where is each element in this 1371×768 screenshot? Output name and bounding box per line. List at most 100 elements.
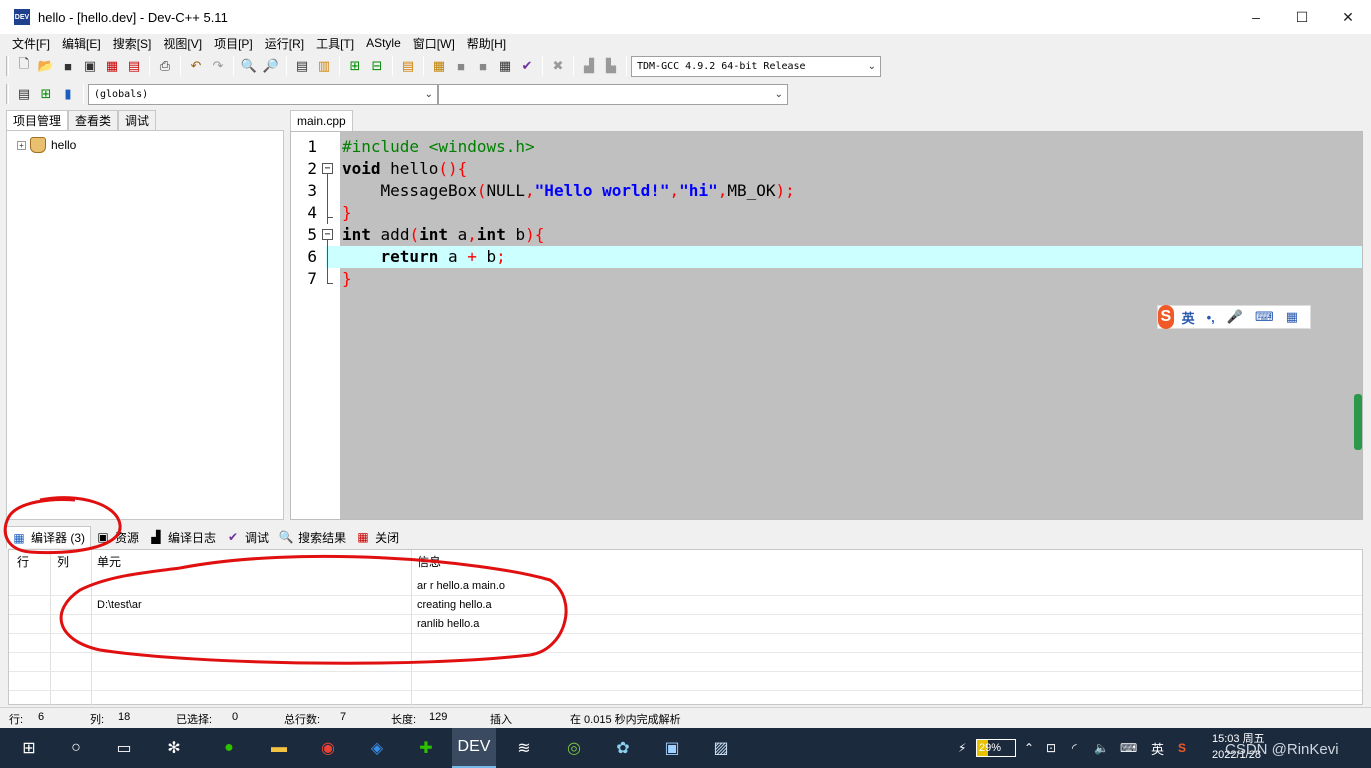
insert-icon[interactable]: ▤ xyxy=(14,84,34,104)
volume-icon[interactable]: 🔈 xyxy=(1094,728,1109,768)
find-icon[interactable]: 🔍 xyxy=(239,56,259,76)
tab-close[interactable]: ▦ 关闭 xyxy=(351,526,404,548)
code-line[interactable]: 3 MessageBox(NULL,"Hello world!","hi",MB… xyxy=(291,180,1362,202)
header-line[interactable]: 行 xyxy=(17,553,29,570)
tab-debug-output[interactable]: ✔ 调试 xyxy=(221,526,274,548)
menu-run[interactable]: 运行[R] xyxy=(259,35,310,52)
header-message[interactable]: 信息 xyxy=(417,553,441,570)
syntax-check-icon[interactable]: ✔ xyxy=(517,56,537,76)
run-icon[interactable]: ■ xyxy=(451,56,471,76)
ime-lang-toggle[interactable]: 英 xyxy=(1182,308,1195,327)
project-options-icon[interactable]: ▤ xyxy=(398,56,418,76)
compile-run-icon[interactable]: ■ xyxy=(473,56,493,76)
table-row[interactable]: ranlib hello.a xyxy=(9,615,1362,634)
menu-view[interactable]: 视图[V] xyxy=(157,35,208,52)
typora-icon[interactable]: ≋ xyxy=(512,736,536,760)
browser-icon[interactable]: ◈ xyxy=(365,736,389,760)
chevron-up-icon[interactable]: ⌃ xyxy=(1024,728,1034,768)
wifi-icon[interactable]: ◜ xyxy=(1072,728,1077,768)
file-explorer-icon[interactable]: ▬ xyxy=(267,736,291,760)
bookmark-icon[interactable]: ▥ xyxy=(314,56,334,76)
stop-icon[interactable]: ✖ xyxy=(548,56,568,76)
pinwheel-app-icon[interactable]: ✻ xyxy=(162,736,186,760)
open-file-icon[interactable]: 📂 xyxy=(36,56,56,76)
fold-toggle-icon[interactable]: − xyxy=(322,229,333,240)
close-file-icon[interactable]: ▦ xyxy=(102,56,122,76)
tab-project[interactable]: 项目管理 xyxy=(6,110,69,130)
print-icon[interactable]: ⎙ xyxy=(155,56,175,76)
delete-profile-icon[interactable]: ▙ xyxy=(601,56,621,76)
save-icon[interactable]: ■ xyxy=(58,56,78,76)
menu-file[interactable]: 文件[F] xyxy=(6,35,56,52)
tab-main-cpp[interactable]: main.cpp xyxy=(290,110,353,131)
menu-window[interactable]: 窗口[W] xyxy=(407,35,461,52)
window-app-icon[interactable]: ▣ xyxy=(660,736,684,760)
ime-keyboard-icon[interactable]: ⌨ xyxy=(1255,309,1274,325)
monitor-app-icon[interactable]: ▨ xyxy=(709,736,733,760)
windows-start-icon[interactable]: ⊞ xyxy=(17,736,41,760)
menu-tools[interactable]: 工具[T] xyxy=(310,35,360,52)
goto-bookmark-icon[interactable]: ▮ xyxy=(58,84,78,104)
ime-toolbar[interactable]: S 英 •, 🎤 ⌨ ▦ xyxy=(1157,305,1311,329)
tab-classes[interactable]: 查看类 xyxy=(68,110,119,130)
code-line[interactable]: 5 − int add(int a,int b){ xyxy=(291,224,1362,246)
ime-mic-icon[interactable]: 🎤 xyxy=(1227,309,1243,325)
toolbar-grip[interactable] xyxy=(6,84,9,104)
menu-project[interactable]: 项目[P] xyxy=(208,35,259,52)
power-plug-icon[interactable]: ⚡ xyxy=(958,728,966,768)
close-button[interactable]: ✕ xyxy=(1325,0,1371,34)
add-to-project-icon[interactable]: ⊞ xyxy=(345,56,365,76)
sogou-logo-icon[interactable]: S xyxy=(1158,305,1174,329)
code-line-current[interactable]: 6 return a + b; xyxy=(291,246,1362,268)
scope-select[interactable]: (globals) ⌄ xyxy=(88,83,438,105)
menu-search[interactable]: 搜索[S] xyxy=(107,35,158,52)
goto-line-icon[interactable]: ▤ xyxy=(292,56,312,76)
menu-astyle[interactable]: AStyle xyxy=(360,36,407,50)
wechat-icon[interactable]: ● xyxy=(217,736,241,760)
input-language[interactable]: 英 xyxy=(1151,728,1164,768)
member-select[interactable]: ⌄ xyxy=(438,83,788,105)
profile-icon[interactable]: ▟ xyxy=(579,56,599,76)
media-app-icon[interactable]: ◎ xyxy=(562,736,586,760)
tree-item-hello[interactable]: + hello xyxy=(17,137,76,153)
tab-debug[interactable]: 调试 xyxy=(118,110,157,130)
save-all-icon[interactable]: ▣ xyxy=(80,56,100,76)
ime-menu-icon[interactable]: ▦ xyxy=(1286,309,1298,325)
close-all-icon[interactable]: ▤ xyxy=(124,56,144,76)
task-view-icon[interactable]: ▭ xyxy=(112,736,136,760)
minimize-button[interactable]: – xyxy=(1233,0,1279,34)
code-line[interactable]: 7 } xyxy=(291,268,1362,290)
ime-punct-icon[interactable]: •, xyxy=(1207,310,1215,325)
keyboard-icon[interactable]: ⌨ xyxy=(1120,728,1137,768)
menu-help[interactable]: 帮助[H] xyxy=(461,35,512,52)
header-col[interactable]: 列 xyxy=(57,553,69,570)
table-row[interactable]: ar r hello.a main.o xyxy=(9,577,1362,596)
redo-icon[interactable]: ↷ xyxy=(208,56,228,76)
toggle-bookmark-icon[interactable]: ⊞ xyxy=(36,84,56,104)
network-icon[interactable]: ⊡ xyxy=(1046,728,1056,768)
paint-app-icon[interactable]: ✿ xyxy=(611,736,635,760)
security-app-icon[interactable]: ✚ xyxy=(414,736,438,760)
replace-icon[interactable]: 🔎 xyxy=(261,56,281,76)
tab-compile-log[interactable]: ▟ 编译日志 xyxy=(144,526,221,548)
compile-icon[interactable]: ▦ xyxy=(429,56,449,76)
code-line[interactable]: 4 } xyxy=(291,202,1362,224)
tab-compiler[interactable]: ▦ 编译器 (3) xyxy=(6,526,92,548)
tab-resources[interactable]: ▣ 资源 xyxy=(91,526,144,548)
rebuild-icon[interactable]: ▦ xyxy=(495,56,515,76)
fold-toggle-icon[interactable]: − xyxy=(322,163,333,174)
expand-icon[interactable]: + xyxy=(17,140,26,150)
undo-icon[interactable]: ↶ xyxy=(186,56,206,76)
table-row[interactable]: D:\test\ar creating hello.a xyxy=(9,596,1362,615)
battery-indicator[interactable]: 29% xyxy=(976,739,1016,757)
cortana-search-icon[interactable]: ○ xyxy=(64,736,88,760)
menu-edit[interactable]: 编辑[E] xyxy=(56,35,107,52)
compiler-output-table[interactable]: 行 列 单元 信息 ar r hello.a main.o D:\test\ar… xyxy=(8,549,1363,706)
editor-scrollbar-thumb[interactable] xyxy=(1354,394,1362,450)
maximize-button[interactable]: ☐ xyxy=(1279,0,1325,34)
compiler-select[interactable]: TDM-GCC 4.9.2 64-bit Release ⌄ xyxy=(631,55,881,77)
devcpp-taskbar-icon[interactable]: DEV xyxy=(452,728,496,768)
sogou-tray-icon[interactable]: S xyxy=(1178,728,1186,768)
header-unit[interactable]: 单元 xyxy=(97,553,121,570)
chrome-icon[interactable]: ◉ xyxy=(316,736,340,760)
